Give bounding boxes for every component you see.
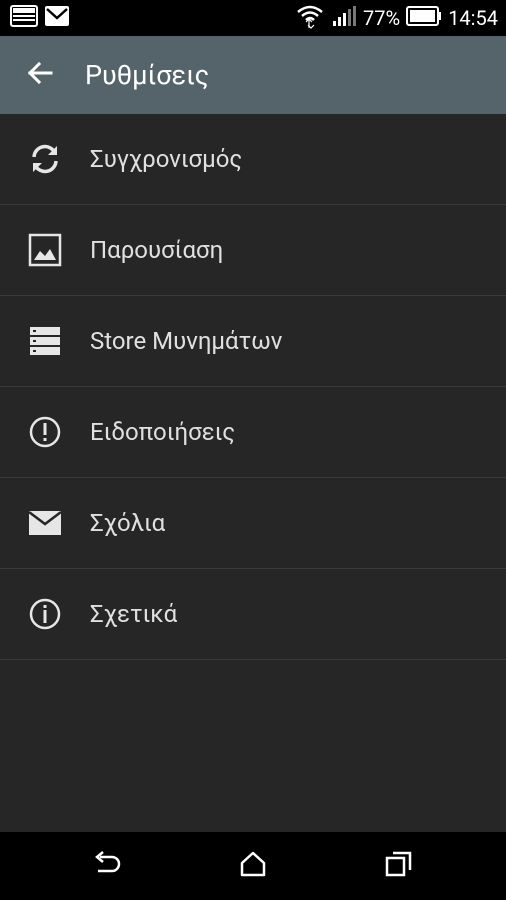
home-icon: [239, 851, 267, 881]
settings-item-label: Store Μυνημάτων: [90, 327, 283, 355]
info-icon: [0, 569, 90, 659]
clock: 14:54: [448, 6, 498, 30]
screenshot-notification-icon: [10, 5, 38, 31]
alert-icon: [0, 387, 90, 477]
settings-item-feedback[interactable]: Σχόλια: [0, 478, 506, 569]
settings-item-appearance[interactable]: Παρουσίαση: [0, 205, 506, 296]
gmail-notification-icon: [44, 5, 70, 31]
settings-item-label: Σχετικά: [90, 600, 178, 628]
nav-home-button[interactable]: [233, 846, 273, 886]
arrow-back-icon: [27, 60, 53, 90]
settings-item-label: Συγχρονισμός: [90, 145, 243, 173]
mail-icon: [0, 478, 90, 568]
image-icon: [0, 205, 90, 295]
settings-list: Συγχρονισμός Παρουσίαση Store Μυνημάτων: [0, 114, 506, 660]
sync-icon: [0, 114, 90, 204]
page-title: Ρυθμίσεις: [85, 59, 210, 91]
nav-recents-button[interactable]: [379, 846, 419, 886]
nav-back-button[interactable]: [87, 846, 127, 886]
battery-percent: 77%: [363, 6, 401, 30]
settings-item-message-store[interactable]: Store Μυνημάτων: [0, 296, 506, 387]
nav-back-icon: [92, 851, 122, 881]
settings-item-about[interactable]: Σχετικά: [0, 569, 506, 660]
app-bar: Ρυθμίσεις: [0, 36, 506, 114]
navigation-bar: [0, 832, 506, 900]
settings-item-label: Παρουσίαση: [90, 236, 224, 264]
settings-item-label: Ειδοποιήσεις: [90, 418, 236, 446]
settings-item-sync[interactable]: Συγχρονισμός: [0, 114, 506, 205]
recents-icon: [385, 850, 413, 882]
battery-icon: [406, 5, 442, 31]
settings-item-label: Σχόλια: [90, 509, 166, 537]
back-button[interactable]: [0, 36, 80, 114]
settings-item-notifications[interactable]: Ειδοποιήσεις: [0, 387, 506, 478]
wifi-icon: [295, 3, 325, 34]
cell-signal-icon: [331, 5, 357, 32]
status-bar: 77% 14:54: [0, 0, 506, 36]
storage-icon: [0, 296, 90, 386]
